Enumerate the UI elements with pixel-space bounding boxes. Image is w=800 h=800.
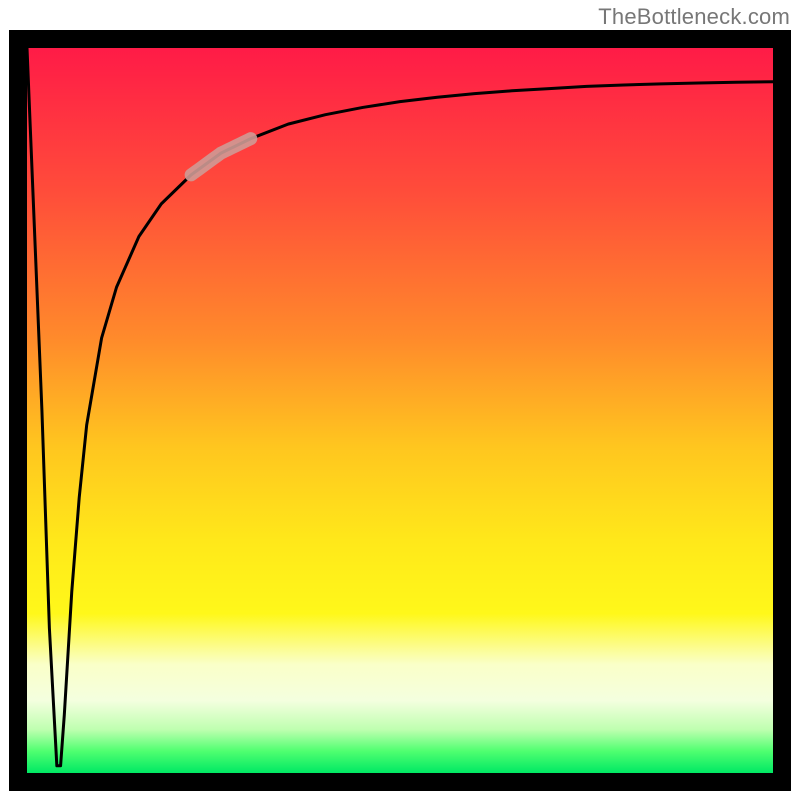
chart-frame: TheBottleneck.com	[0, 0, 800, 800]
gradient-background	[27, 48, 773, 773]
attribution-label: TheBottleneck.com	[598, 4, 790, 30]
bottleneck-chart	[0, 0, 800, 800]
